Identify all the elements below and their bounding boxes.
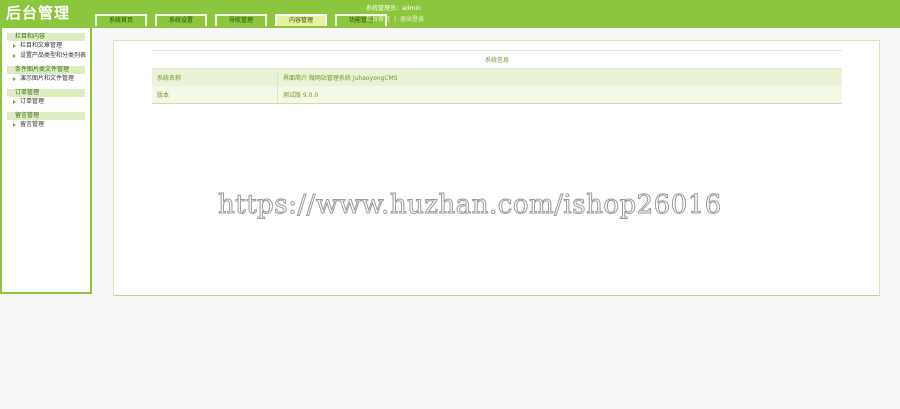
tab-content-manage[interactable]: 内容管理: [275, 14, 327, 26]
sidebar-item-column-article[interactable]: 栏目和文章管理: [7, 41, 85, 51]
sidebar-menu: 栏目和内容 栏目和文章管理 设置产品类型和分类列表 条件图片类文件管理 演示图片…: [0, 28, 92, 294]
sidebar-group-orders: 订单管理 订单管理: [7, 87, 85, 107]
main-nav-tabs: 系统首页 系统设置 导航管理 内容管理 功能管理: [95, 12, 395, 28]
sidebar-group-title[interactable]: 留言管理: [7, 112, 85, 120]
sidebar-group-messages: 留言管理 留言管理: [7, 110, 85, 130]
row-label: 版本: [152, 86, 278, 104]
caret-right-icon: [13, 43, 16, 48]
table-row: 系统名称 界面简介 微网站管理系统 JuhaoyongCMS: [152, 68, 842, 86]
tab-system-home[interactable]: 系统首页: [95, 14, 147, 26]
main-content-panel: 系统信息 系统名称 界面简介 微网站管理系统 JuhaoyongCMS 版本 测…: [113, 40, 880, 296]
tab-navigation-manage[interactable]: 导航管理: [215, 14, 267, 26]
sidebar-item-messages[interactable]: 留言管理: [7, 120, 85, 130]
admin-logo: 后台管理: [6, 5, 71, 22]
sidebar-item-orders[interactable]: 订单管理: [7, 97, 85, 107]
sidebar-group-images-files: 条件图片类文件管理 演示图片和文件管理: [7, 64, 85, 84]
sidebar-item-demo-images[interactable]: 演示图片和文件管理: [7, 74, 85, 84]
admin-home-link[interactable]: 后台首页: [366, 16, 390, 23]
row-value: 界面简介 微网站管理系统 JuhaoyongCMS: [277, 68, 842, 86]
row-value: 测试版 9.0.0: [277, 86, 842, 104]
current-user-info: 系统管理员：admin: [366, 5, 421, 12]
sidebar-group-content: 栏目和内容 栏目和文章管理 设置产品类型和分类列表: [7, 31, 86, 61]
header-links: 后台首页 | 退出登录: [366, 14, 424, 23]
link-separator: |: [394, 16, 397, 23]
table-title: 系统信息: [152, 50, 842, 69]
tab-system-settings[interactable]: 系统设置: [155, 14, 207, 26]
caret-right-icon: [13, 53, 16, 58]
table-row: 版本 测试版 9.0.0: [152, 86, 842, 104]
caret-right-icon: [13, 99, 16, 104]
top-header-bar: 后台管理 系统首页 系统设置 导航管理 内容管理 功能管理 系统管理员：admi…: [0, 0, 900, 28]
sidebar-group-title[interactable]: 条件图片类文件管理: [7, 66, 85, 74]
system-info-table: 系统信息 系统名称 界面简介 微网站管理系统 JuhaoyongCMS 版本 测…: [152, 50, 842, 104]
row-label: 系统名称: [152, 68, 278, 86]
sidebar-item-product-category[interactable]: 设置产品类型和分类列表: [7, 51, 86, 61]
caret-right-icon: [13, 76, 16, 81]
sidebar-group-title[interactable]: 栏目和内容: [7, 33, 85, 41]
sidebar-group-title[interactable]: 订单管理: [7, 89, 85, 97]
watermark-text: https://www.huzhan.com/ishop26016: [218, 190, 722, 221]
logout-link[interactable]: 退出登录: [400, 16, 424, 23]
table-header-row: 系统信息: [152, 50, 842, 69]
caret-right-icon: [13, 122, 16, 127]
